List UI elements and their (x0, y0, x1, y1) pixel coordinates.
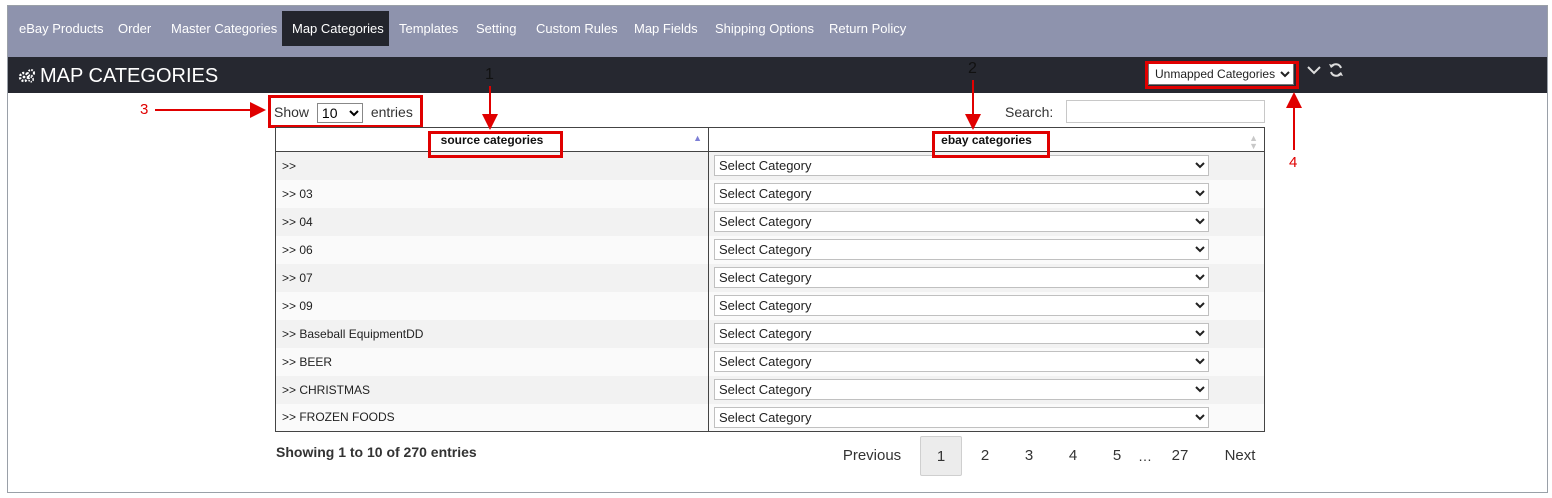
table-row: >> 06 Select Category (275, 235, 1265, 264)
ebay-category-select[interactable]: Select Category (714, 239, 1209, 260)
nav-custom-rules[interactable]: Custom Rules (526, 11, 628, 46)
pagination-page-2[interactable]: 2 (970, 436, 1000, 476)
ebay-category-select[interactable]: Select Category (714, 155, 1209, 177)
nav-master-categories[interactable]: Master Categories (161, 11, 287, 46)
pagination-ellipsis: … (1138, 448, 1152, 464)
ebay-category-cell: Select Category (708, 319, 1265, 348)
table-row: >> 09 Select Category (275, 291, 1265, 320)
entries-label: entries (370, 104, 413, 120)
source-category-cell: >> BEER (275, 347, 709, 376)
column-header-source-categories[interactable]: source categories ▲ (275, 127, 709, 152)
refresh-icon[interactable] (1328, 62, 1344, 78)
annotation-label-4: 4 (1289, 154, 1298, 171)
source-category-cell: >> 07 (275, 263, 709, 292)
ebay-category-cell: Select Category (708, 347, 1265, 376)
ebay-category-select[interactable]: Select Category (714, 406, 1209, 428)
nav-templates[interactable]: Templates (389, 11, 468, 46)
pagination-page-4[interactable]: 4 (1058, 436, 1088, 476)
ebay-category-cell: Select Category (708, 403, 1265, 432)
table-row: >> BEER Select Category (275, 347, 1265, 376)
pagination-page-5[interactable]: 5 (1102, 436, 1132, 476)
source-category-cell: >> 06 (275, 235, 709, 264)
ebay-category-select[interactable]: Select Category (714, 351, 1209, 372)
ebay-category-select[interactable]: Select Category (714, 295, 1209, 316)
ebay-category-cell: Select Category (708, 263, 1265, 292)
pagination-previous[interactable]: Previous (832, 436, 912, 476)
source-category-cell: >> Baseball EquipmentDD (275, 319, 709, 348)
page-title: MAP CATEGORIES (40, 65, 219, 87)
gears-icon (18, 69, 35, 83)
table-row: >> CHRISTMAS Select Category (275, 375, 1265, 404)
ebay-category-select[interactable]: Select Category (714, 183, 1209, 204)
annotation-label-2: 2 (968, 60, 977, 77)
nav-map-fields[interactable]: Map Fields (624, 11, 708, 46)
table-row: >> Baseball EquipmentDD Select Category (275, 319, 1265, 348)
table-row: >> 07 Select Category (275, 263, 1265, 292)
category-map-table: source categories ▲ ebay categories ▲ ▼ >… (275, 127, 1265, 432)
nav-order[interactable]: Order (108, 11, 161, 46)
ebay-category-cell: Select Category (708, 179, 1265, 208)
top-navbar: eBay Products Order Master Categories Ma… (8, 6, 1547, 57)
source-category-cell: >> 03 (275, 179, 709, 208)
page-length-select[interactable]: 10 (316, 103, 363, 124)
source-category-cell: >> (275, 151, 709, 180)
ebay-category-cell: Select Category (708, 207, 1265, 236)
show-label: Show (274, 104, 310, 120)
source-category-cell: >> CHRISTMAS (275, 375, 709, 404)
table-info: Showing 1 to 10 of 270 entries (276, 444, 477, 460)
category-filter-select[interactable]: Unmapped Categories (1148, 63, 1294, 85)
ebay-category-select[interactable]: Select Category (714, 211, 1209, 232)
nav-ebay-products[interactable]: eBay Products (9, 11, 114, 46)
ebay-category-select[interactable]: Select Category (714, 323, 1209, 344)
source-category-cell: >> FROZEN FOODS (275, 403, 709, 432)
page-length-control: Show 10 entries (274, 101, 413, 124)
search-label: Search: (1005, 104, 1054, 120)
nav-map-categories[interactable]: Map Categories (282, 11, 389, 46)
pagination-next[interactable]: Next (1212, 436, 1268, 476)
column-label-source: source categories (440, 132, 544, 147)
column-header-ebay-categories[interactable]: ebay categories ▲ ▼ (708, 127, 1265, 152)
ebay-category-cell: Select Category (708, 235, 1265, 264)
nav-shipping-options[interactable]: Shipping Options (705, 11, 824, 46)
pagination-page-3[interactable]: 3 (1014, 436, 1044, 476)
ebay-category-select[interactable]: Select Category (714, 267, 1209, 288)
ebay-category-cell: Select Category (708, 375, 1265, 404)
table-row: >> FROZEN FOODS Select Category (275, 403, 1265, 432)
nav-setting[interactable]: Setting (466, 11, 526, 46)
pagination-page-27[interactable]: 27 (1162, 436, 1198, 476)
nav-return-policy[interactable]: Return Policy (819, 11, 916, 46)
sort-asc-icon: ▲ (693, 133, 702, 143)
search-input[interactable] (1066, 100, 1265, 123)
table-row: >> 03 Select Category (275, 179, 1265, 208)
source-category-cell: >> 04 (275, 207, 709, 236)
pagination-page-1[interactable]: 1 (920, 436, 962, 476)
table-row: >> 04 Select Category (275, 207, 1265, 236)
column-label-ebay: ebay categories (941, 132, 1032, 147)
table-row: >> Select Category (275, 151, 1265, 180)
annotation-label-1: 1 (485, 66, 494, 83)
source-category-cell: >> 09 (275, 291, 709, 320)
chevron-down-icon[interactable] (1306, 62, 1322, 78)
annotation-label-3: 3 (140, 101, 149, 118)
ebay-category-select[interactable]: Select Category (714, 379, 1209, 400)
ebay-category-cell: Select Category (708, 291, 1265, 320)
sort-both-icon: ▲ ▼ (1249, 133, 1258, 151)
ebay-category-cell: Select Category (708, 151, 1265, 180)
